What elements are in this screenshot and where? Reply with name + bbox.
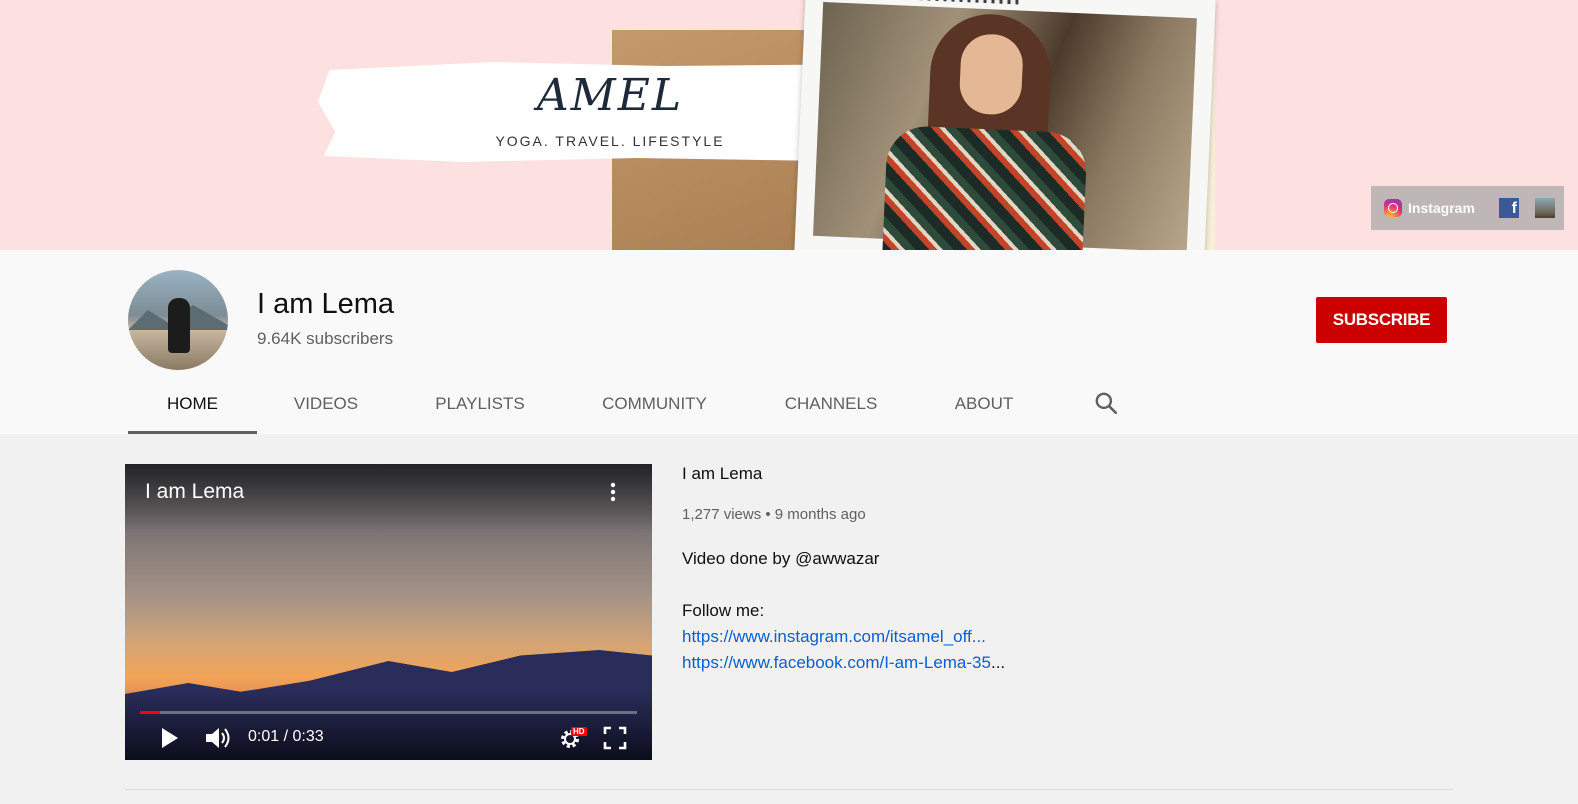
player-video-title[interactable]: I am Lema	[145, 480, 244, 504]
avatar-figure	[168, 298, 190, 353]
video-description-follow: Follow me:	[682, 601, 765, 620]
fullscreen-icon[interactable]	[601, 724, 629, 752]
video-description-credit: Video done by @awwazar	[682, 549, 880, 568]
banner-polaroid-photo	[794, 0, 1216, 250]
channel-banner: AMEL YOGA. TRAVEL. LIFESTYLE Instagram f	[0, 0, 1578, 250]
banner-tagline: YOGA. TRAVEL. LIFESTYLE	[495, 133, 725, 149]
volume-icon[interactable]	[203, 724, 233, 752]
tab-channels[interactable]: CHANNELS	[765, 376, 897, 434]
tab-about[interactable]: ABOUT	[933, 376, 1035, 434]
instagram-icon[interactable]	[1384, 199, 1402, 217]
channel-name: I am Lema	[257, 288, 394, 320]
instagram-link[interactable]: https://www.instagram.com/itsamel_off...	[682, 627, 986, 647]
banner-photo-background	[813, 1, 1197, 250]
website-thumbnail-icon[interactable]	[1534, 198, 1555, 218]
more-vert-icon[interactable]	[603, 480, 623, 504]
channel-header: I am Lema 9.64K subscribers SUBSCRIBE HO…	[0, 250, 1578, 434]
subscribe-button[interactable]: SUBSCRIBE	[1316, 297, 1447, 343]
banner-social-links: Instagram f	[1371, 186, 1564, 230]
tab-home[interactable]: HOME	[128, 376, 257, 434]
play-icon[interactable]	[155, 724, 183, 752]
featured-video-title[interactable]: I am Lema	[682, 464, 762, 484]
facebook-link-row: https://www.facebook.com/I-am-Lema-35...	[682, 653, 1005, 673]
channel-avatar[interactable]	[128, 270, 228, 370]
video-time-display: 0:01 / 0:33	[248, 728, 324, 745]
facebook-icon[interactable]: f	[1498, 198, 1519, 218]
featured-video-player[interactable]: I am Lema 0:01 / 0:33 HD	[125, 464, 652, 760]
tab-community[interactable]: COMMUNITY	[583, 376, 726, 434]
section-divider	[125, 789, 1453, 790]
video-progress-fill	[140, 711, 160, 714]
facebook-link-ellipsis: ...	[990, 653, 1006, 672]
video-progress-bar[interactable]	[140, 711, 637, 714]
banner-photo-face	[958, 33, 1024, 116]
tab-playlists[interactable]: PLAYLISTS	[413, 376, 547, 434]
subscriber-count: 9.64K subscribers	[257, 329, 394, 348]
instagram-link-label[interactable]: Instagram	[1408, 200, 1475, 216]
featured-video-meta: 1,277 views • 9 months ago	[682, 506, 866, 523]
hd-badge: HD	[571, 727, 587, 736]
facebook-link[interactable]: https://www.facebook.com/I-am-Lema-35	[682, 653, 991, 672]
banner-logo-text: AMEL	[536, 70, 684, 121]
tab-videos[interactable]: VIDEOS	[275, 376, 377, 434]
banner-photo-shirt	[882, 124, 1088, 250]
search-icon[interactable]	[1093, 390, 1119, 416]
